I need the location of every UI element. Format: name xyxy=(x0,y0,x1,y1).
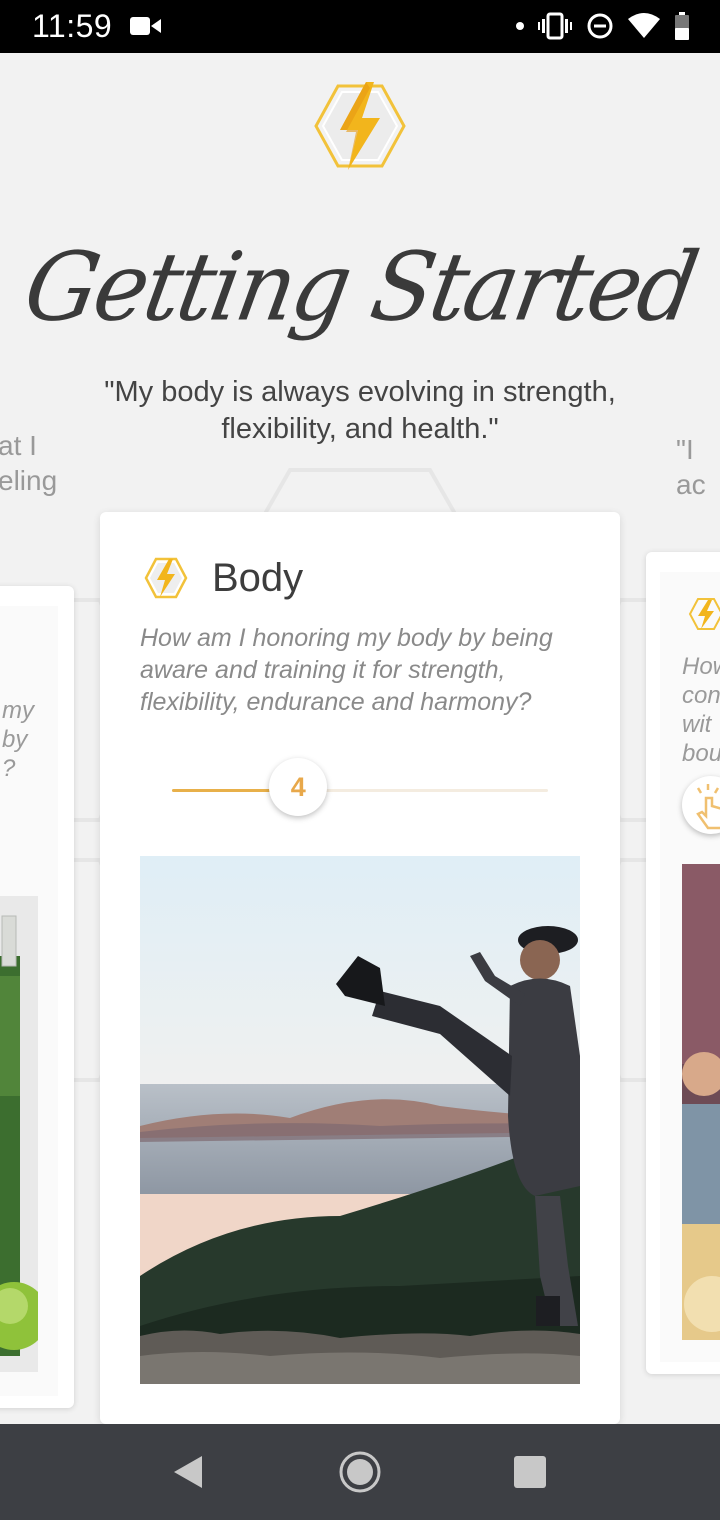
right-card-lightning-icon xyxy=(688,598,720,630)
right-card-question: How con wit bou xyxy=(682,652,720,768)
left-quote-line-2: eling xyxy=(0,465,58,496)
page-title: Getting Started xyxy=(16,232,704,343)
status-time: 11:59 xyxy=(32,8,113,44)
status-icons xyxy=(516,10,690,42)
rating-slider-knob[interactable]: 4 xyxy=(269,758,328,816)
right-card[interactable]: How con wit bou xyxy=(646,552,720,1374)
left-card-question: my by ? xyxy=(2,696,34,783)
left-quote-line-1: at I xyxy=(0,430,37,461)
do-not-disturb-icon xyxy=(587,13,613,39)
lightning-hexagon-icon xyxy=(144,557,188,599)
rating-slider-track[interactable] xyxy=(172,789,548,792)
right-card-question-line-3: wit xyxy=(682,711,712,738)
navigation-bar xyxy=(0,1424,720,1520)
rating-value: 4 xyxy=(290,771,306,802)
tap-hand-icon xyxy=(696,784,720,830)
back-icon[interactable] xyxy=(164,1448,212,1496)
left-card-question-line-2: by xyxy=(2,726,28,753)
left-card-question-line-3: ? xyxy=(2,755,16,782)
right-quote-fragment: "I ac xyxy=(676,432,720,502)
card-question: How am I honoring my body by being aware… xyxy=(140,624,553,716)
green-smoothie-photo xyxy=(0,896,38,1372)
wifi-icon xyxy=(628,13,660,38)
card-title: Body xyxy=(212,556,304,600)
lightning-hexagon-logo xyxy=(314,82,406,170)
notification-dot-icon xyxy=(516,22,524,30)
left-card-question-line-1: my xyxy=(2,697,34,724)
vibrate-icon xyxy=(538,12,572,40)
video-camera-icon xyxy=(130,17,161,35)
battery-icon xyxy=(675,12,689,40)
affirmation-quote: "My body is always evolving in strength,… xyxy=(104,376,616,445)
right-card-question-line-4: bou xyxy=(682,740,720,767)
home-icon[interactable] xyxy=(336,1448,384,1496)
left-quote-fragment: at I eling xyxy=(0,428,57,498)
body-card[interactable]: Body How am I honoring my body by being … xyxy=(100,512,620,1424)
app-screen: 11:59 Getting Started "My body is always… xyxy=(0,0,720,1520)
person-kicking-on-mountain-photo xyxy=(140,856,580,1384)
group-friends-photo xyxy=(682,864,720,1340)
right-quote-line-1: "I ac xyxy=(676,434,706,500)
right-card-question-line-2: con xyxy=(682,682,720,709)
right-card-slider-knob[interactable] xyxy=(682,776,720,834)
left-card[interactable]: my by ? xyxy=(0,586,74,1408)
status-bar: 11:59 xyxy=(0,0,720,53)
recents-icon[interactable] xyxy=(506,1448,554,1496)
right-card-question-line-1: How xyxy=(682,653,720,680)
